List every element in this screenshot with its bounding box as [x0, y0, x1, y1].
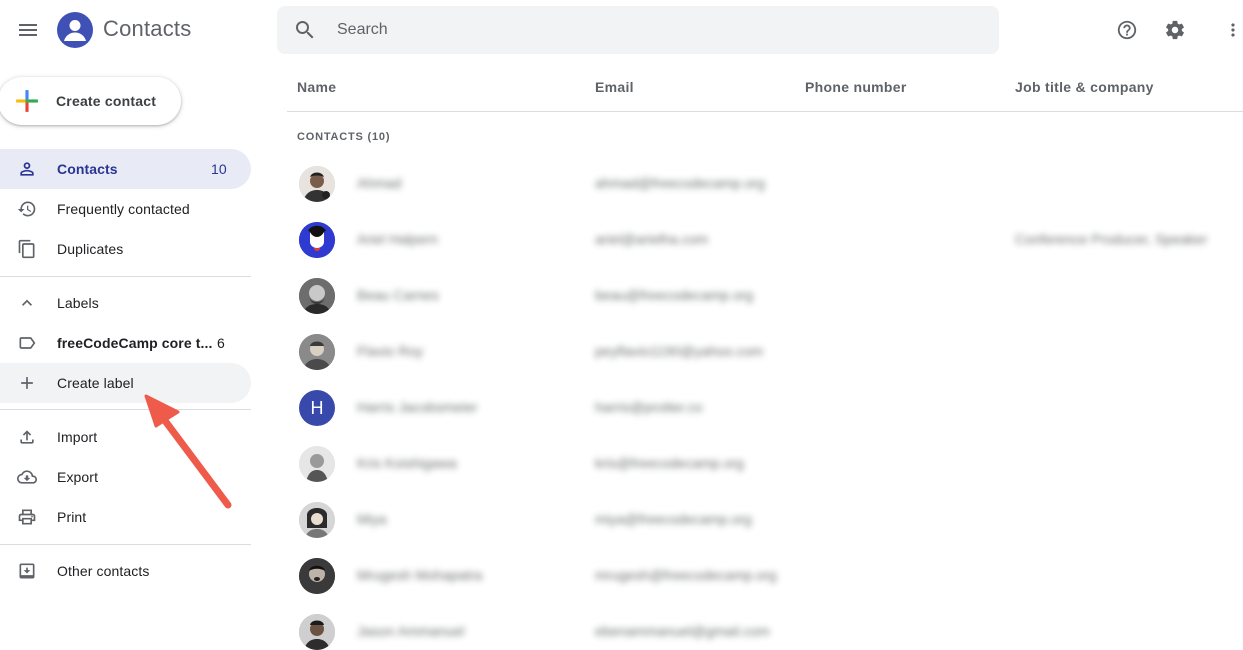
avatar: [299, 614, 335, 650]
labels-header: Labels: [57, 295, 99, 311]
main-menu-button[interactable]: [8, 10, 48, 50]
sidebar-divider: [0, 409, 251, 410]
avatar: [299, 278, 335, 314]
sidebar-item-other-contacts[interactable]: Other contacts: [0, 551, 251, 591]
sidebar-item-duplicates[interactable]: Duplicates: [0, 229, 251, 269]
table-header-divider: [287, 111, 1243, 112]
contact-name: Kris Koishigawa: [357, 455, 457, 471]
sidebar-item-print[interactable]: Print: [0, 497, 251, 537]
table-row[interactable]: Ahmad ahmad@freecodecamp.org: [287, 156, 1243, 212]
contact-name: Flavio Roy: [357, 343, 424, 359]
sidebar-item-label: Contacts: [57, 161, 118, 177]
avatar: [299, 166, 335, 202]
avatar: H: [299, 390, 335, 426]
help-icon: [1117, 20, 1137, 40]
settings-button[interactable]: [1155, 10, 1195, 50]
printer-icon: [0, 507, 57, 527]
hamburger-menu-icon: [19, 24, 37, 36]
table-row[interactable]: H Harris Jacobsmeier harris@protter.co: [287, 380, 1243, 436]
archive-icon: [0, 561, 57, 581]
app-title[interactable]: Contacts: [103, 16, 191, 42]
avatar-initial: H: [310, 397, 324, 418]
contact-job: Conference Producer, Speaker: [1015, 231, 1208, 247]
contact-email: mrugesh@freecodecamp.org: [595, 567, 777, 583]
more-options-button[interactable]: [1222, 10, 1243, 50]
table-row[interactable]: Jason Ammanuel ebenammanuel@gmail.com: [287, 604, 1243, 650]
avatar: [299, 334, 335, 370]
create-label-text: Create label: [57, 375, 134, 391]
column-header-phone[interactable]: Phone number: [805, 79, 907, 95]
sidebar-item-label: Export: [57, 469, 99, 485]
label-count: 6: [217, 335, 225, 351]
sidebar-item-label: Other contacts: [57, 563, 150, 579]
sidebar-item-label: Print: [57, 509, 87, 525]
column-header-email[interactable]: Email: [595, 79, 634, 95]
contact-name: Ariel Halpern: [357, 231, 438, 247]
sidebar-item-label: Duplicates: [57, 241, 124, 257]
sidebar-divider: [0, 276, 251, 277]
avatar: [299, 502, 335, 538]
help-button[interactable]: [1107, 10, 1147, 50]
column-header-name[interactable]: Name: [297, 79, 336, 95]
plus-icon: [0, 373, 57, 393]
avatar: [299, 558, 335, 594]
more-vert-icon: [1231, 23, 1235, 37]
labels-section-toggle[interactable]: Labels: [0, 283, 251, 323]
label-icon: [0, 333, 57, 353]
search-bar[interactable]: [277, 6, 999, 54]
sidebar-item-label-freecodecamp[interactable]: freeCodeCamp core t... 6: [0, 323, 251, 363]
sidebar-item-frequently-contacted[interactable]: Frequently contacted: [0, 189, 251, 229]
contacts-count: 10: [211, 161, 227, 177]
create-contact-label: Create contact: [56, 93, 157, 109]
contact-email: ebenammanuel@gmail.com: [595, 623, 770, 639]
contact-email: ariel@arielha.com: [595, 231, 709, 247]
table-row[interactable]: Flavio Roy peyflavio1190@yahoo.com: [287, 324, 1243, 380]
sidebar-item-label: Frequently contacted: [57, 201, 190, 217]
column-header-job[interactable]: Job title & company: [1015, 79, 1154, 95]
upload-icon: [0, 427, 57, 447]
sidebar-item-label: freeCodeCamp core t...: [57, 335, 213, 351]
contact-email: beau@freecodecamp.org: [595, 287, 754, 303]
copy-icon: [0, 239, 57, 259]
table-row[interactable]: Kris Koishigawa kris@freecodecamp.org: [287, 436, 1243, 492]
contact-email: miya@freecodecamp.org: [595, 511, 752, 527]
search-input[interactable]: [333, 6, 999, 54]
contact-email: peyflavio1190@yahoo.com: [595, 343, 764, 359]
person-icon: [0, 159, 57, 179]
table-row[interactable]: Mrugesh Mohapatra mrugesh@freecodecamp.o…: [287, 548, 1243, 604]
sidebar-item-label: Import: [57, 429, 98, 445]
contact-name: Miya: [357, 511, 387, 527]
table-row[interactable]: Beau Carnes beau@freecodecamp.org: [287, 268, 1243, 324]
contact-name: Mrugesh Mohapatra: [357, 567, 483, 583]
avatar: [299, 446, 335, 482]
contact-name: Beau Carnes: [357, 287, 439, 303]
contact-email: kris@freecodecamp.org: [595, 455, 744, 471]
contact-name: Jason Ammanuel: [357, 623, 465, 639]
colorful-plus-icon: [0, 77, 56, 125]
chevron-up-icon: [0, 293, 57, 313]
contact-email: ahmad@freecodecamp.org: [595, 175, 765, 191]
search-icon[interactable]: [277, 6, 333, 54]
contacts-logo-icon: [57, 12, 93, 48]
cloud-download-icon: [0, 467, 57, 487]
create-label-button[interactable]: Create label: [0, 363, 251, 403]
contacts-section-title: CONTACTS (10): [297, 131, 391, 143]
sidebar-item-import[interactable]: Import: [0, 417, 251, 457]
sidebar-item-export[interactable]: Export: [0, 457, 251, 497]
gear-icon: [1166, 20, 1184, 40]
contact-name: Ahmad: [357, 175, 402, 191]
history-icon: [0, 199, 57, 219]
contact-email: harris@protter.co: [595, 399, 703, 415]
contact-name: Harris Jacobsmeier: [357, 399, 478, 415]
sidebar-divider: [0, 544, 251, 545]
sidebar-item-contacts[interactable]: Contacts 10: [0, 149, 251, 189]
create-contact-button[interactable]: Create contact: [0, 77, 181, 125]
table-row[interactable]: Ariel Halpern ariel@arielha.com Conferen…: [287, 212, 1243, 268]
avatar: [299, 222, 335, 258]
table-row[interactable]: Miya miya@freecodecamp.org: [287, 492, 1243, 548]
